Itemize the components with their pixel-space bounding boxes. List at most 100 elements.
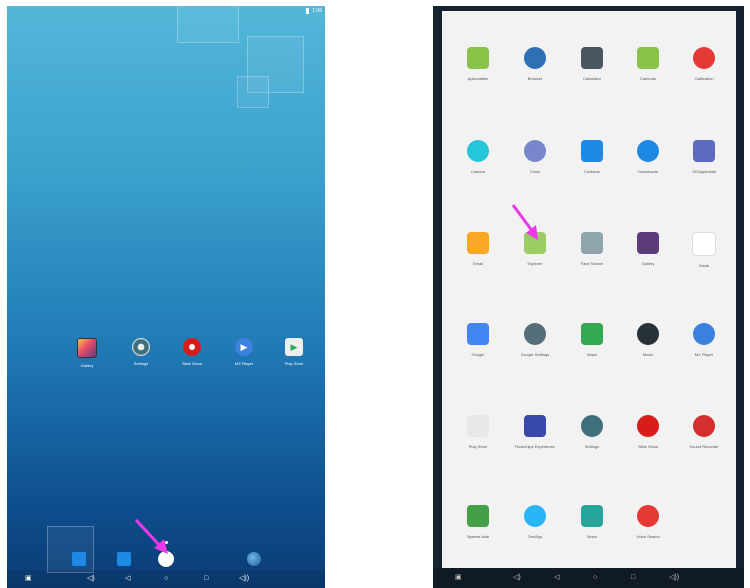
app-clock[interactable]: Clock	[506, 140, 564, 174]
app-face-search[interactable]: Face Search	[563, 232, 621, 266]
app-voice-search[interactable]: Voice Search	[619, 505, 677, 539]
app-label: Gallery	[641, 261, 655, 266]
rk-icon	[524, 415, 546, 437]
app-label: Settings	[133, 361, 149, 366]
app-calibration[interactable]: Calibration	[675, 47, 733, 81]
app-label: Slide Show	[637, 444, 658, 449]
app-music[interactable]: Music	[619, 323, 677, 357]
app-sound-recorder[interactable]: Sound Recorder	[675, 415, 733, 449]
video-icon	[581, 505, 603, 527]
app-label: System-aide	[466, 534, 490, 539]
settings-icon	[132, 338, 150, 356]
settings-icon	[581, 415, 603, 437]
download-icon	[637, 140, 659, 162]
app-label: Calculator	[582, 76, 601, 81]
app-gallery[interactable]: Gallery	[619, 232, 677, 266]
app-label: TestApp	[527, 534, 543, 539]
browser-icon[interactable]	[247, 552, 261, 566]
app-calculator[interactable]: Calculator	[563, 47, 621, 81]
slideshow-icon	[183, 338, 201, 356]
app-label: Clock	[529, 169, 540, 174]
app-label: Music	[642, 352, 654, 357]
back-button[interactable]: ◁	[125, 574, 130, 584]
google-icon	[467, 323, 489, 345]
volume-down-button[interactable]: ◁)	[87, 574, 95, 584]
volume-up-button[interactable]: ◁))	[669, 573, 679, 583]
home-app-settings[interactable]: Settings	[118, 338, 164, 366]
app-label: Sound Recorder	[689, 444, 719, 449]
app-install-icon	[693, 140, 715, 162]
app-camera[interactable]: Camera	[449, 140, 507, 174]
gallery-icon	[77, 338, 97, 358]
back-button[interactable]: ◁	[554, 573, 559, 583]
app-label: Gmail	[698, 263, 710, 268]
app-label: Downloads	[638, 169, 658, 174]
app-label: Voice Search	[636, 534, 660, 539]
app-video[interactable]: Video	[563, 505, 621, 539]
app-mx-player[interactable]: MX Player	[675, 323, 733, 357]
app-label: Explorer	[527, 261, 543, 266]
microphone-icon	[693, 415, 715, 437]
camera-icon	[467, 140, 489, 162]
app-label: Browser	[527, 76, 543, 81]
app-play-store[interactable]: Play Store	[449, 415, 507, 449]
contacts-icon[interactable]	[117, 552, 131, 566]
app-downloads[interactable]: Downloads	[619, 140, 677, 174]
home-app-play-store[interactable]: ▶ Play Store	[271, 338, 317, 366]
mx-player-icon	[693, 323, 715, 345]
target-icon	[693, 47, 715, 69]
recents-button[interactable]: □	[631, 573, 635, 583]
status-bar: 1:06	[306, 6, 325, 16]
battery-icon	[306, 8, 310, 14]
google-settings-icon	[524, 323, 546, 345]
app-gmail[interactable]: Gmail	[675, 232, 733, 268]
app-settings[interactable]: Settings	[563, 415, 621, 449]
app-gdappinstall[interactable]: GDAppInstall	[675, 140, 733, 174]
screenshot-button[interactable]: ▣	[455, 573, 462, 583]
app-rockchips-experience[interactable]: Rockchips Experience	[506, 415, 564, 449]
app-label: ApkInstaller	[467, 76, 489, 81]
gallery-icon	[637, 232, 659, 254]
pointer-arrow	[134, 518, 168, 554]
music-icon	[637, 323, 659, 345]
app-label: Video	[586, 534, 598, 539]
volume-up-button[interactable]: ◁))	[239, 574, 249, 584]
play-store-icon: ▶	[285, 338, 303, 356]
clock-icon	[524, 140, 546, 162]
app-contacts[interactable]: Contacts	[563, 140, 621, 174]
app-calendar[interactable]: Calendar	[619, 47, 677, 81]
app-grid: ApkInstaller Browser Calculator Calendar Cal…	[442, 11, 736, 569]
app-slide-show[interactable]: Slide Show	[619, 415, 677, 449]
home-app-slide-show[interactable]: Slide Show	[169, 338, 215, 366]
app-label: Calendar	[639, 76, 657, 81]
app-email[interactable]: Email	[449, 232, 507, 266]
app-label: Face Search	[580, 261, 604, 266]
home-app-gallery[interactable]: Gallery	[64, 338, 110, 368]
app-label: Calibration	[694, 76, 714, 81]
gmail-icon	[692, 232, 716, 256]
home-button[interactable]: ○	[593, 573, 597, 583]
app-apkinstaller[interactable]: ApkInstaller	[449, 47, 507, 81]
app-browser[interactable]: Browser	[506, 47, 564, 81]
app-label: Google	[471, 352, 485, 357]
app-system-aide[interactable]: System-aide	[449, 505, 507, 539]
app-label: Settings	[584, 444, 600, 449]
app-google-settings[interactable]: Google Settings	[506, 323, 564, 357]
app-drawer-panel: ApkInstaller Browser Calculator Calendar Cal…	[442, 11, 736, 569]
volume-down-button[interactable]: ◁)	[513, 573, 521, 583]
screenshot-button[interactable]: ▣	[25, 574, 32, 584]
home-button[interactable]: ○	[164, 574, 168, 584]
app-label: MX Player	[234, 361, 254, 366]
slideshow-icon	[637, 415, 659, 437]
app-label: Play Store	[468, 444, 488, 449]
status-clock: 1:06	[312, 8, 322, 14]
app-label: Email	[472, 261, 483, 266]
wallpaper-decor	[237, 76, 269, 108]
contacts-icon[interactable]	[72, 552, 86, 566]
app-maps[interactable]: Maps	[563, 323, 621, 357]
app-testapp[interactable]: TestApp	[506, 505, 564, 539]
mx-player-icon: ▶	[235, 338, 253, 356]
home-app-mx-player[interactable]: ▶ MX Player	[221, 338, 267, 366]
recents-button[interactable]: □	[204, 574, 208, 584]
app-google[interactable]: Google	[449, 323, 507, 357]
